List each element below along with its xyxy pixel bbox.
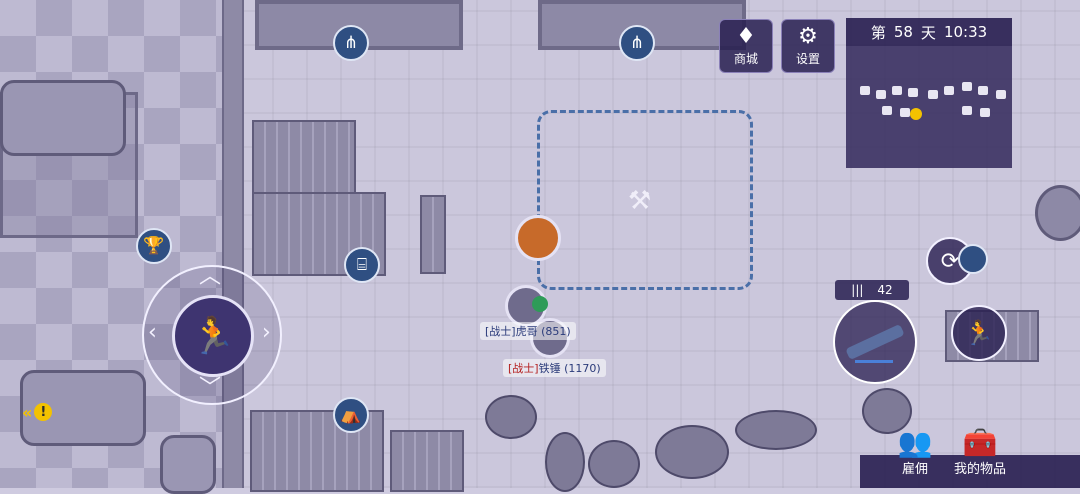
gear-icon: ⚙ [798, 23, 818, 49]
chevron-left-icon: ‹ [148, 320, 157, 345]
chest-icon: 🧰 [962, 426, 998, 459]
day-prefix: 第 [870, 23, 886, 42]
player-power: (851) [541, 325, 571, 338]
minimap-warning-icon [910, 108, 922, 120]
minimap-marker [892, 86, 902, 95]
quest-indicator[interactable]: « ! [22, 398, 62, 426]
table [0, 80, 126, 156]
well [1035, 185, 1080, 241]
ammo-icon: ||| [851, 283, 864, 297]
run-icon[interactable]: 🏃 [172, 295, 254, 377]
build-hammer-icon[interactable]: ⚒ [628, 186, 651, 216]
minimap-marker [876, 90, 886, 99]
pig [485, 395, 537, 439]
inventory-button[interactable]: 🧰 我的物品 [944, 426, 1016, 478]
pig [735, 410, 817, 450]
pig [545, 432, 585, 492]
hire-button[interactable]: 👥 雇佣 [885, 426, 945, 478]
armchair [160, 435, 216, 494]
tent-icon[interactable]: ⛺ [333, 397, 369, 433]
chevron-right-icon: › [262, 320, 271, 345]
chevron-up-icon: ︿ [199, 264, 222, 289]
quest-warning-icon: ! [34, 403, 53, 421]
ammo-refill-icon [958, 244, 988, 274]
minimap[interactable] [846, 46, 1012, 168]
minimap-marker [978, 86, 988, 95]
wooden-shed [252, 120, 356, 194]
ammo-counter: ||| 42 [835, 280, 909, 300]
farm-plot-icon[interactable]: ⋔ [333, 25, 369, 61]
inventory-label: 我的物品 [953, 462, 1006, 477]
fence-icon[interactable]: ⌸ [344, 247, 380, 283]
weapon-icon [845, 323, 905, 361]
day-number: 58 [893, 23, 913, 41]
settings-label: 设置 [795, 51, 820, 66]
day-time-panel: 第 58 天 10:33 [846, 18, 1012, 46]
double-chevron-icon: « [22, 402, 33, 422]
minimap-marker [962, 106, 972, 115]
minimap-marker [900, 108, 910, 117]
minimap-marker [996, 90, 1006, 99]
sprint-icon[interactable]: 🏃 [951, 305, 1007, 361]
pig [588, 440, 640, 488]
farm-plot-icon[interactable]: ⋔ [619, 25, 655, 61]
player-nametag: [战士]铁锤 (1170) [503, 359, 606, 377]
settings-button[interactable]: ⚙ 设置 [781, 19, 835, 73]
pig [655, 425, 729, 479]
wooden-bench [420, 195, 446, 274]
weapon-attack-button[interactable] [833, 300, 917, 384]
player-name: 铁锤 [538, 362, 561, 375]
player-nametag: [战士]虎哥 (851) [480, 322, 576, 340]
player-character[interactable] [515, 215, 561, 261]
player-name: 虎哥 [515, 325, 538, 338]
minimap-marker [860, 86, 870, 95]
chevron-down-icon: ﹀ [199, 376, 222, 401]
trophy-icon[interactable]: 🏆 [136, 228, 172, 264]
weapon-durability-bar [855, 360, 893, 363]
day-suffix: 天 [920, 23, 936, 42]
minimap-marker [928, 90, 938, 99]
hire-label: 雇佣 [901, 462, 928, 477]
player-power: (1170) [564, 362, 601, 375]
diamond-icon: ♦ [736, 23, 756, 49]
minimap-marker [882, 106, 892, 115]
shop-label: 商城 [733, 51, 758, 66]
minimap-marker [908, 88, 918, 97]
minimap-marker [962, 82, 972, 91]
player-role: [战士] [485, 325, 516, 338]
clock-time: 10:33 [943, 23, 988, 41]
ally-status-icon [532, 296, 548, 312]
ammo-count: 42 [877, 283, 893, 297]
house-wall [222, 0, 244, 488]
shop-button[interactable]: ♦ 商城 [719, 19, 773, 73]
banner-post [390, 430, 464, 492]
hire-icon: 👥 [897, 426, 933, 459]
minimap-marker [944, 86, 954, 95]
minimap-marker [980, 108, 990, 117]
player-role: [战士] [508, 362, 539, 375]
